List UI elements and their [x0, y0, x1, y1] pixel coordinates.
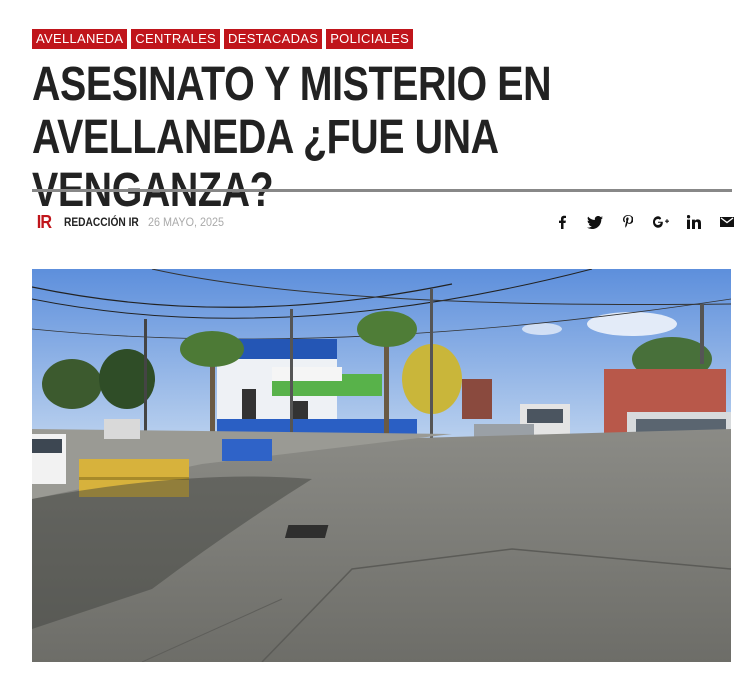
pinterest-icon[interactable]	[611, 212, 644, 232]
title-line-1: ASESINATO Y MISTERIO EN	[32, 58, 552, 111]
category-destacadas[interactable]: DESTACADAS	[224, 29, 323, 49]
googleplus-icon[interactable]	[644, 212, 677, 232]
email-icon[interactable]	[710, 212, 743, 232]
category-avellaneda[interactable]: AVELLANEDA	[32, 29, 128, 49]
article-page: AVELLANEDA CENTRALES DESTACADAS POLICIAL…	[0, 0, 751, 684]
publish-date: 26 MAYO, 2025	[148, 215, 225, 229]
facebook-icon[interactable]	[545, 212, 578, 232]
category-tags: AVELLANEDA CENTRALES DESTACADAS POLICIAL…	[32, 29, 414, 49]
featured-image	[32, 269, 731, 662]
category-policiales[interactable]: POLICIALES	[326, 29, 414, 49]
author-name[interactable]: REDACCIÓN IR	[64, 215, 139, 229]
street-photo	[32, 269, 731, 662]
title-line-2: AVELLANEDA ¿FUE UNA VENGANZA?	[32, 111, 498, 217]
share-bar	[545, 212, 743, 232]
article-title: ASESINATO Y MISTERIO EN AVELLANEDA ¿FUE …	[32, 58, 737, 217]
twitter-icon[interactable]	[578, 212, 611, 232]
category-centrales[interactable]: CENTRALES	[131, 29, 221, 49]
title-divider	[32, 189, 732, 192]
article-meta: IR REDACCIÓN IR 26 MAYO, 2025	[32, 210, 233, 234]
linkedin-icon[interactable]	[677, 212, 710, 232]
author-logo: IR	[36, 211, 52, 232]
